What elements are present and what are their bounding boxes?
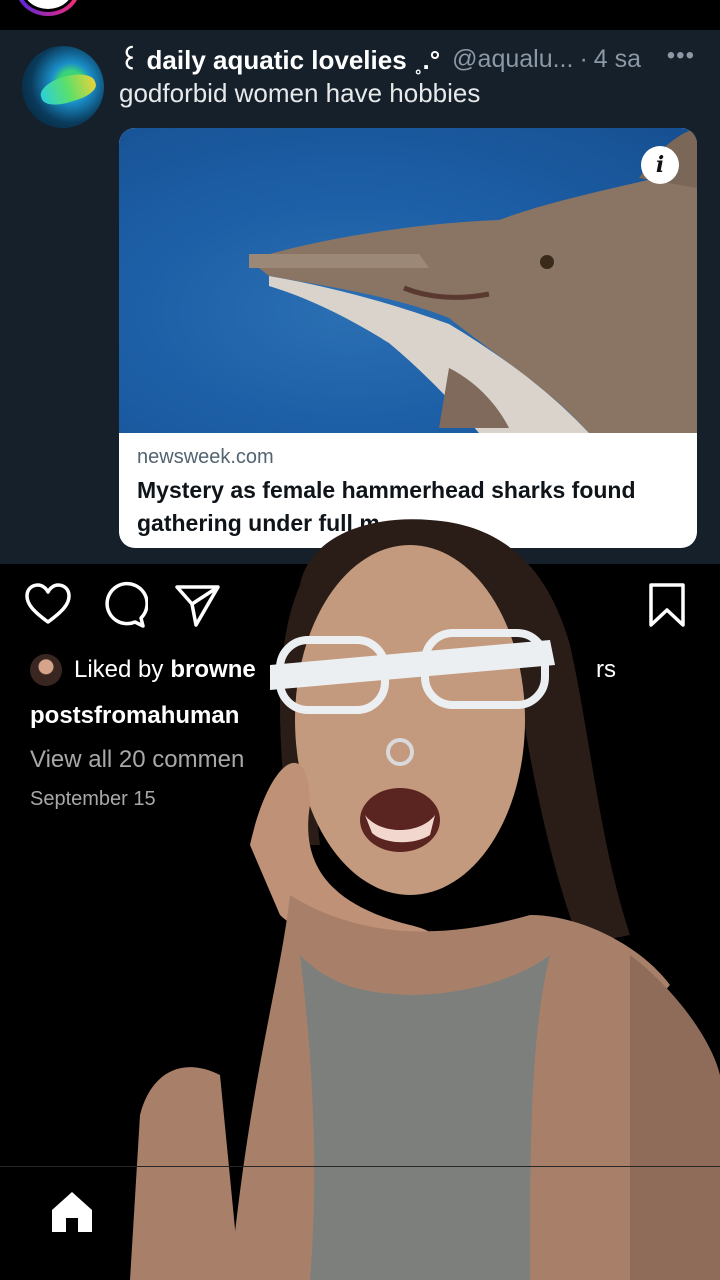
card-domain: newsweek.com	[137, 446, 274, 468]
shark-image: i	[119, 128, 697, 433]
avatar[interactable]	[22, 46, 104, 128]
info-icon[interactable]: i	[641, 146, 679, 184]
tweet-text: godforbid women have hobbies	[119, 78, 481, 108]
tweet-header: ꒰ daily aquatic lovelies ˳.° @aqualu... …	[119, 42, 709, 76]
heart-icon[interactable]	[23, 580, 73, 630]
link-card[interactable]: i newsweek.com Mystery as female hammerh…	[119, 128, 697, 548]
separator: ·	[579, 44, 588, 73]
nav-divider	[0, 1166, 720, 1167]
more-icon[interactable]: •••	[667, 42, 695, 70]
handle[interactable]: @aqualu...	[452, 45, 573, 74]
display-name[interactable]: ꒰ daily aquatic lovelies ˳.°	[119, 42, 440, 76]
story-ring-icon[interactable]	[16, 0, 80, 16]
status-bar	[0, 0, 720, 30]
tweet-time: 4 sa	[593, 44, 642, 73]
liked-avatar	[30, 654, 62, 686]
home-icon[interactable]	[48, 1188, 96, 1236]
hammerhead-shark-illustration	[249, 128, 697, 433]
embedded-tweet: ꒰ daily aquatic lovelies ˳.° @aqualu... …	[0, 30, 720, 564]
